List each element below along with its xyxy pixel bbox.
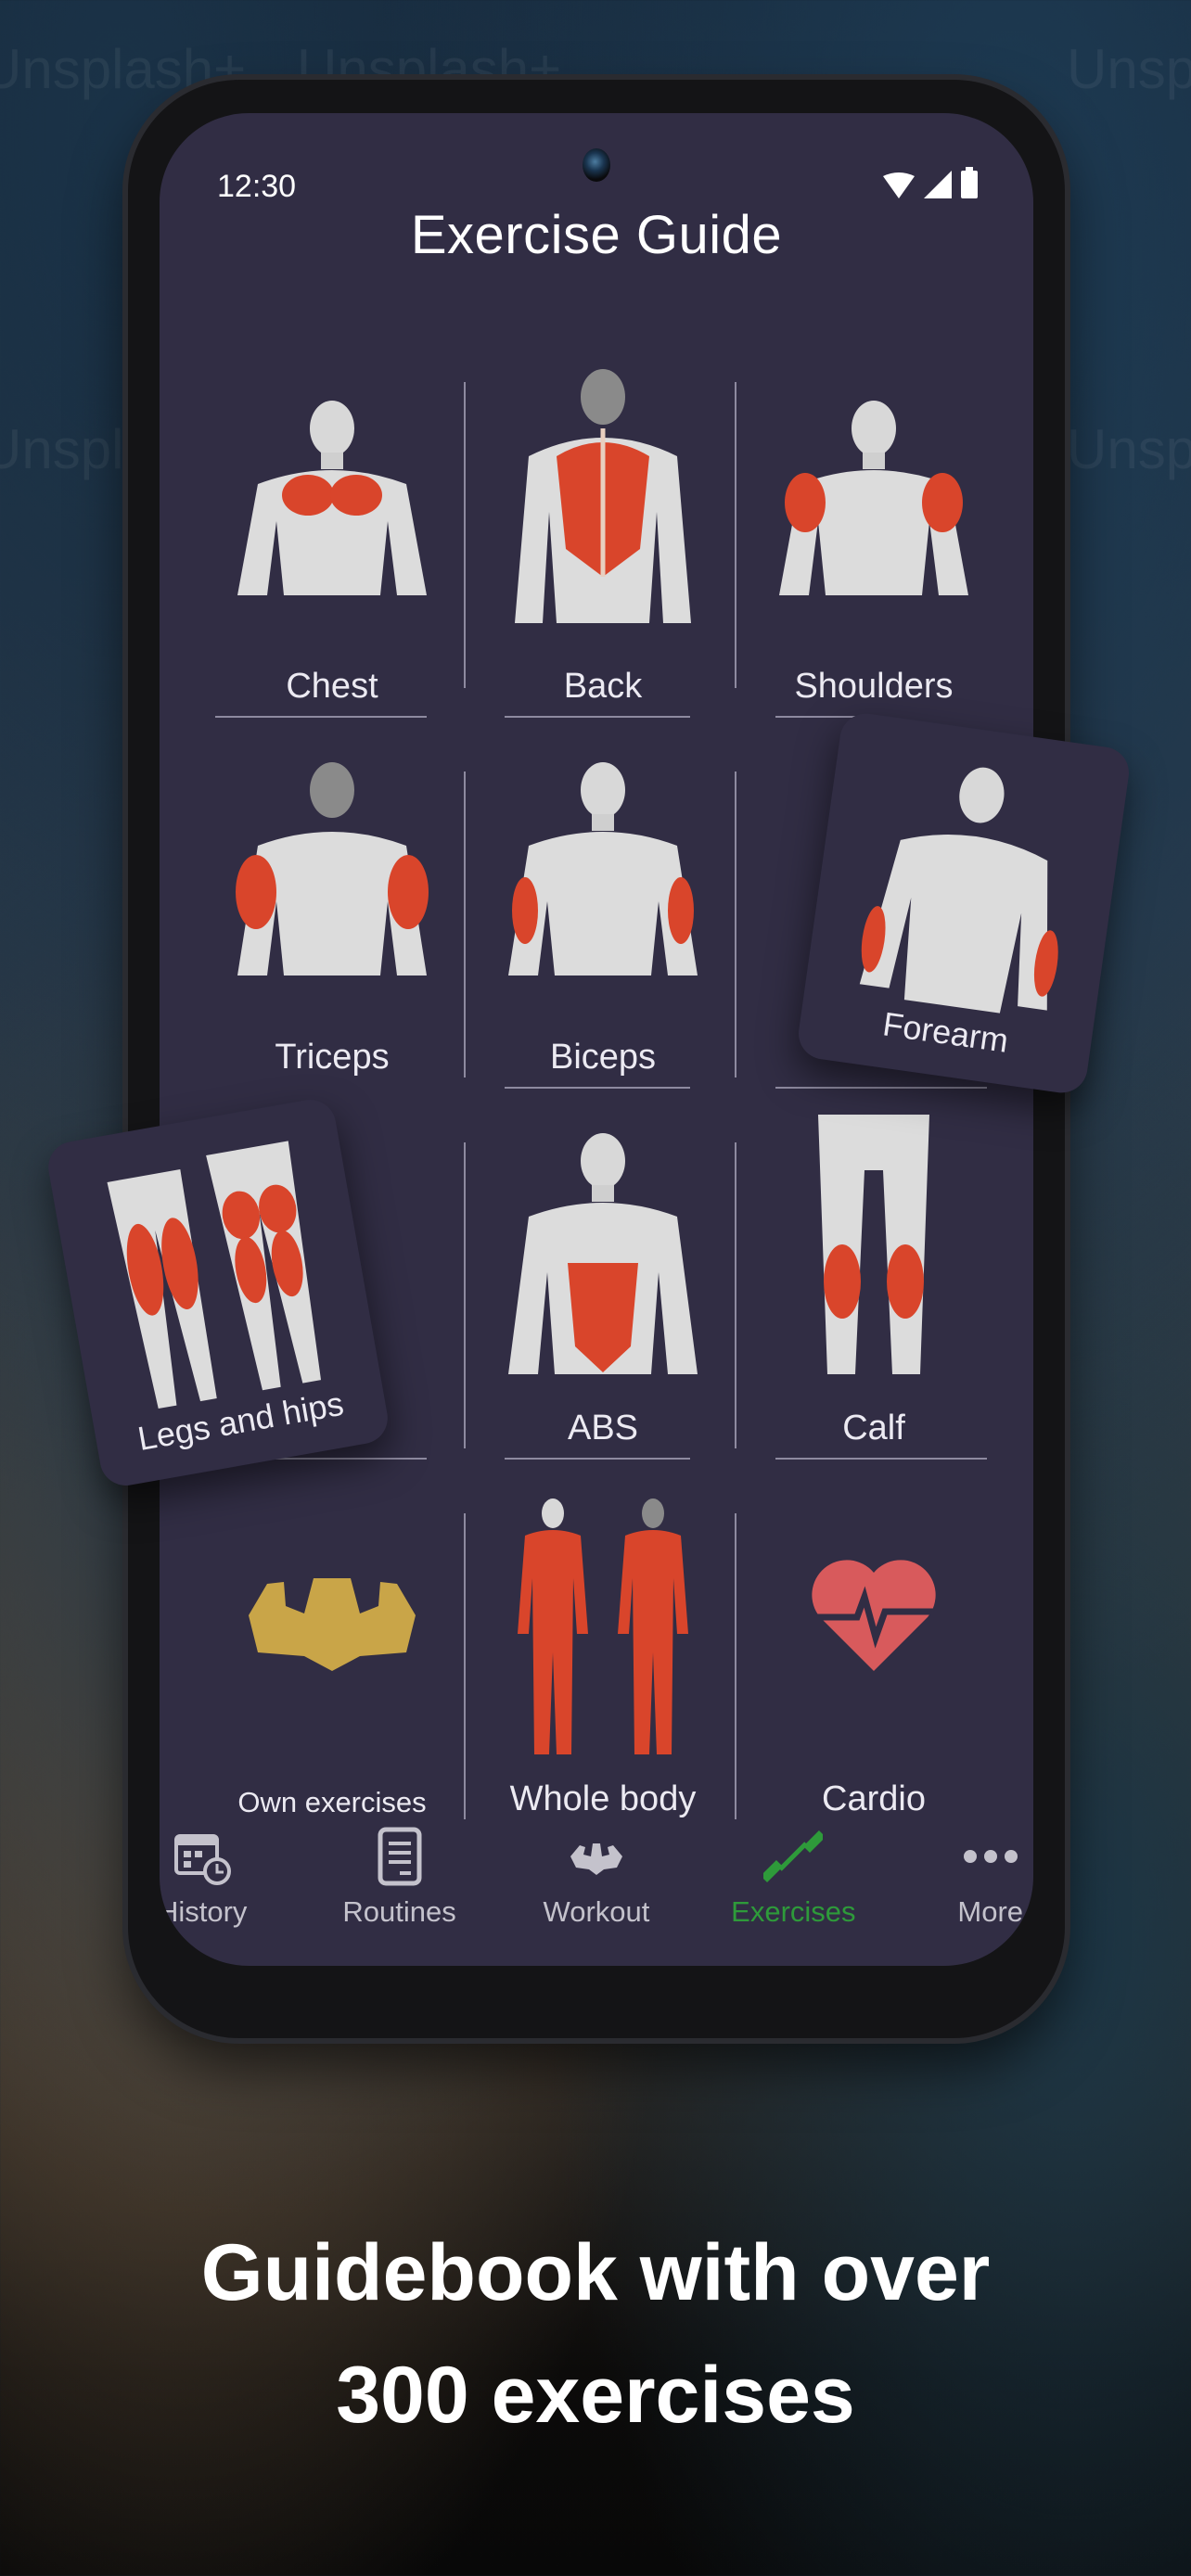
category-shoulders[interactable]: Shoulders bbox=[742, 363, 1005, 734]
nav-label: History bbox=[160, 1895, 248, 1928]
grid-divider bbox=[464, 772, 466, 1078]
category-calf[interactable]: Calf bbox=[742, 1105, 1005, 1476]
category-label: ABS bbox=[567, 1409, 639, 1447]
flexing-arms-icon bbox=[249, 1578, 416, 1671]
category-triceps[interactable]: Triceps bbox=[200, 734, 464, 1105]
legs-muscle-figure bbox=[107, 1141, 322, 1409]
nav-workout[interactable]: Workout bbox=[513, 1827, 680, 1929]
more-dots-icon bbox=[963, 1850, 1018, 1863]
front-camera bbox=[583, 148, 610, 182]
headline-line-2: 300 exercises bbox=[336, 2351, 855, 2440]
headline-line-1: Guidebook with over bbox=[200, 2228, 991, 2317]
bottom-nav: History Routines Workout Exercises More bbox=[160, 1801, 1033, 1966]
calendar-clock-icon bbox=[174, 1834, 232, 1885]
category-biceps[interactable]: Biceps bbox=[471, 734, 735, 1105]
grid-divider bbox=[735, 772, 736, 1078]
category-abs[interactable]: ABS bbox=[471, 1105, 735, 1476]
nav-label: More bbox=[957, 1895, 1024, 1928]
grid-divider bbox=[735, 1513, 736, 1819]
page-title: Exercise Guide bbox=[410, 205, 783, 265]
grid-divider bbox=[775, 1087, 987, 1089]
category-label: Calf bbox=[842, 1409, 905, 1447]
nav-label: Exercises bbox=[731, 1895, 856, 1928]
category-own-exercises[interactable]: Own exercises bbox=[200, 1476, 464, 1847]
signal-icon bbox=[924, 171, 952, 198]
grid-divider bbox=[464, 1513, 466, 1819]
category-label: Back bbox=[563, 667, 643, 706]
nav-history[interactable]: History bbox=[160, 1827, 286, 1929]
category-forearm[interactable]: Forearm bbox=[795, 709, 1133, 1097]
grid-divider bbox=[735, 382, 736, 688]
forearm-muscle-figure bbox=[859, 767, 1058, 1014]
category-back[interactable]: Back bbox=[471, 363, 735, 734]
abs-muscle-figure bbox=[508, 1133, 698, 1374]
grid-divider bbox=[464, 382, 466, 688]
chest-muscle-figure bbox=[237, 401, 427, 595]
nav-more[interactable]: More bbox=[907, 1827, 1033, 1929]
promo-headline: Guidebook with over 300 exercises bbox=[0, 2212, 1191, 2456]
back-muscle-figure bbox=[515, 369, 691, 623]
status-icons bbox=[883, 167, 978, 198]
heart-pulse-icon bbox=[812, 1560, 936, 1671]
category-label: Shoulders bbox=[794, 667, 954, 706]
category-legs-and-hips[interactable]: Legs and hips bbox=[44, 1095, 392, 1490]
whole-body-muscle-figure bbox=[518, 1498, 688, 1754]
nav-exercises[interactable]: Exercises bbox=[710, 1827, 877, 1929]
calf-muscle-figure bbox=[818, 1115, 929, 1374]
clipboard-list-icon bbox=[378, 1827, 422, 1886]
category-chest[interactable]: Chest bbox=[200, 363, 464, 734]
shoulders-muscle-figure bbox=[779, 401, 968, 595]
status-time: 12:30 bbox=[217, 169, 297, 204]
category-label: Chest bbox=[286, 667, 378, 706]
biceps-muscle-figure bbox=[508, 762, 698, 976]
nav-label: Workout bbox=[543, 1895, 650, 1928]
category-label: Triceps bbox=[275, 1038, 390, 1077]
nav-label: Routines bbox=[342, 1895, 456, 1928]
nav-routines[interactable]: Routines bbox=[316, 1827, 483, 1929]
category-cardio[interactable]: Cardio bbox=[742, 1476, 1005, 1847]
grid-divider bbox=[464, 1142, 466, 1448]
wifi-icon bbox=[883, 172, 915, 198]
category-label: Biceps bbox=[549, 1038, 657, 1077]
watermark: Unsplash+ bbox=[1067, 38, 1191, 100]
grid-divider bbox=[735, 1142, 736, 1448]
battery-icon bbox=[961, 167, 978, 198]
dumbbell-icon bbox=[763, 1830, 824, 1883]
watermark: Unsplash+ bbox=[1067, 418, 1191, 480]
category-whole-body[interactable]: Whole body bbox=[471, 1476, 735, 1847]
flexing-arms-icon bbox=[570, 1843, 622, 1875]
triceps-muscle-figure bbox=[236, 762, 429, 976]
